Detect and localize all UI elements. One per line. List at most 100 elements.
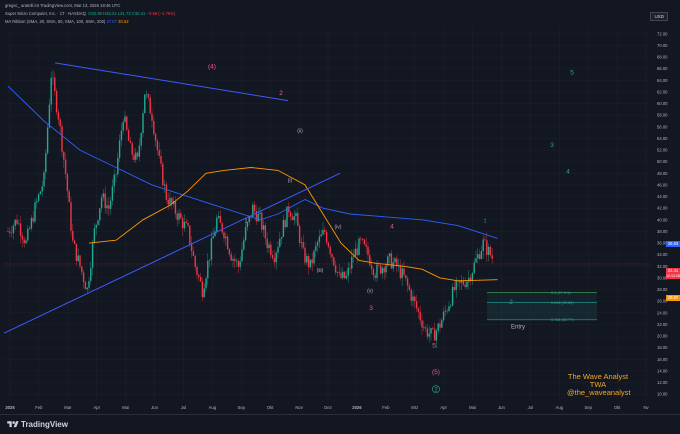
- candle-body: [237, 260, 240, 267]
- candle-body: [203, 288, 205, 298]
- candle-body: [205, 278, 207, 289]
- price-tick-label: 18.00: [657, 345, 668, 350]
- candle-body: [354, 248, 357, 257]
- price-tick-label: 50.00: [657, 159, 668, 164]
- candle-body: [149, 97, 151, 114]
- time-tick-label: 2025: [5, 405, 15, 410]
- price-axis: 72.00 70.00 68.00 66.00 64.00 62.00 60.00 58.00…: [657, 31, 668, 396]
- candle-body: [217, 215, 220, 218]
- time-tick-label: Mai: [469, 405, 476, 410]
- price-tick-label: 54.00: [657, 136, 668, 141]
- candle-body: [356, 248, 358, 255]
- candle-body: [471, 273, 474, 282]
- candle-body: [28, 228, 31, 230]
- candle-body: [433, 328, 436, 341]
- candle-body: [156, 140, 159, 151]
- price-chart[interactable]: 72.00 70.00 68.00 66.00 64.00 62.00 60.00 58.00…: [0, 0, 680, 414]
- price-tick-label: 10.00: [657, 392, 668, 397]
- candle-body: [232, 258, 234, 261]
- candle-body: [45, 153, 47, 173]
- candle-body: [162, 163, 164, 186]
- candle-body: [419, 311, 421, 321]
- candle-body: [7, 231, 9, 233]
- candle-body: [72, 230, 74, 241]
- candle-body: [19, 223, 22, 236]
- candle-body: [43, 172, 45, 187]
- candle-body: [185, 221, 187, 224]
- candle-body: [93, 228, 96, 243]
- candle-body: [151, 113, 153, 121]
- candle-body: [37, 194, 40, 201]
- time-tick-label: Dez: [324, 405, 331, 410]
- candle-body: [183, 221, 186, 229]
- last-price-countdown: 12:13:28: [666, 273, 680, 278]
- candle-body: [230, 254, 232, 261]
- candle-body: [241, 249, 243, 262]
- ma-blue-price-label: 36.83: [666, 241, 680, 247]
- candle-body: [82, 272, 85, 283]
- candle-body: [475, 258, 477, 263]
- price-tick-label: 70.00: [657, 43, 668, 48]
- candle-body: [18, 223, 20, 225]
- candle-body: [421, 320, 423, 328]
- candle-body: [428, 333, 430, 337]
- candle-body: [297, 213, 299, 227]
- candle-body: [32, 218, 34, 222]
- candle-body: [27, 228, 29, 241]
- candle-body: [77, 255, 79, 262]
- candle-body: [10, 232, 13, 234]
- candle-body: [68, 191, 70, 203]
- candle-body: [104, 193, 106, 209]
- price-tick-label: 56.00: [657, 124, 668, 129]
- wave-label: 4: [566, 168, 570, 175]
- price-tick-label: 72.00: [657, 31, 668, 36]
- wave-label: (i): [288, 178, 293, 184]
- candle-body: [135, 152, 137, 160]
- candlesticks: [7, 70, 493, 349]
- tradingview-logo-icon[interactable]: [7, 420, 19, 429]
- candle-body: [55, 91, 58, 113]
- candle-body: [187, 223, 189, 226]
- candle-body: [410, 289, 412, 301]
- time-tick-label: Jul: [181, 405, 186, 410]
- wave-label: (4): [208, 64, 216, 71]
- candle-body: [289, 212, 292, 217]
- candle-body: [444, 310, 447, 312]
- candle-body: [64, 159, 67, 174]
- candle-body: [311, 259, 313, 264]
- candle-body: [23, 239, 25, 244]
- candle-body: [430, 328, 432, 334]
- candle-body: [181, 218, 184, 229]
- candle-body: [424, 327, 427, 329]
- candle-body: [435, 330, 438, 341]
- candle-body: [484, 239, 486, 241]
- author-watermark: The Wave Analyst TWA @the_waveanalyst: [567, 373, 630, 397]
- candle-body: [306, 256, 308, 263]
- time-tick-label: Sep: [584, 405, 592, 410]
- price-tick-label: 48.00: [657, 171, 668, 176]
- candle-body: [432, 328, 434, 329]
- price-tick-label: 40.00: [657, 217, 668, 222]
- tradingview-brand[interactable]: TradingView: [21, 420, 68, 429]
- candle-body: [63, 151, 65, 160]
- candle-body: [88, 280, 90, 288]
- grid-lines: [4, 28, 650, 400]
- candle-body: [351, 256, 353, 269]
- time-tick-label: Mrz: [411, 405, 418, 410]
- candle-body: [30, 218, 33, 229]
- time-axis: 2025 Feb Mar Apr Mai Jun Jul Aug Sep Okt Nov Dez 202…: [5, 405, 649, 410]
- price-tick-label: 58.00: [657, 113, 668, 118]
- candle-body: [264, 225, 267, 239]
- candle-body: [455, 280, 457, 290]
- candle-body: [73, 240, 76, 244]
- candle-body: [468, 277, 470, 282]
- candle-body: [136, 152, 139, 157]
- candle-body: [176, 213, 178, 220]
- candle-body: [309, 259, 312, 268]
- candle-body: [412, 296, 414, 301]
- candle-body: [113, 174, 115, 187]
- candle-body: [372, 268, 375, 276]
- candle-body: [118, 140, 121, 158]
- candle-body: [491, 255, 493, 259]
- candle-body: [363, 239, 366, 245]
